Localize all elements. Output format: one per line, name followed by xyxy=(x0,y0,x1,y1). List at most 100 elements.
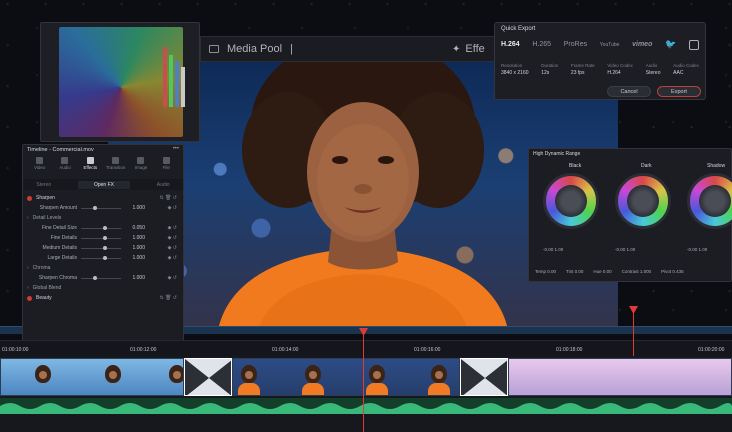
section-row[interactable]: › Detail Levels xyxy=(23,213,183,223)
format-vimeo[interactable]: vimeo xyxy=(632,41,652,48)
sat-value[interactable]: 1.00 xyxy=(699,247,708,252)
subtab-audio[interactable]: Audio xyxy=(157,182,170,188)
effect-enabled-icon[interactable] xyxy=(27,195,32,201)
exp-value[interactable]: -0.00 xyxy=(615,247,625,252)
hdr-panel: High Dynamic Range Black Dark Shadow -0.… xyxy=(528,148,732,282)
exp-value[interactable]: -0.00 xyxy=(687,247,697,252)
media-pool-label[interactable]: Media Pool xyxy=(227,43,282,55)
param-slider[interactable] xyxy=(81,275,121,280)
param-row[interactable]: Sharpen Amount 1.000 ◆ ↺ xyxy=(23,203,183,213)
quick-export-title: Quick Export xyxy=(501,26,536,32)
chevron-icon[interactable]: › xyxy=(27,215,29,221)
chevron-icon[interactable]: › xyxy=(27,285,29,291)
twitter-icon[interactable]: 🐦 xyxy=(665,39,676,50)
format-h265[interactable]: H.265 xyxy=(532,41,551,48)
tab-label: Transition xyxy=(105,165,126,170)
shadow-color-wheel[interactable] xyxy=(687,173,732,229)
keyframe-reset-icon[interactable]: ◆ ↺ xyxy=(168,255,177,261)
section-row[interactable]: › Chroma xyxy=(23,263,183,273)
effect-controls-icon[interactable]: ⇅ 🗑 ↺ xyxy=(159,295,177,301)
slider-knob[interactable] xyxy=(93,205,97,210)
param-value[interactable]: 1.000 xyxy=(127,255,145,261)
param-slider[interactable] xyxy=(81,245,121,250)
keyframe-reset-icon[interactable]: ◆ ↺ xyxy=(168,225,177,231)
sat-value[interactable]: 1.00 xyxy=(555,247,564,252)
slider-knob[interactable] xyxy=(103,255,107,260)
param-slider[interactable] xyxy=(81,225,121,230)
keyframe-reset-icon[interactable]: ◆ ↺ xyxy=(168,205,177,211)
video-track[interactable] xyxy=(0,358,732,396)
more-options-icon[interactable]: ••• xyxy=(173,146,179,152)
subtab-open-fx[interactable]: Open FX xyxy=(77,180,130,189)
keyframe-reset-icon[interactable]: ◆ ↺ xyxy=(168,235,177,241)
transition-clip[interactable] xyxy=(184,358,232,396)
keyframe-reset-icon[interactable]: ◆ ↺ xyxy=(168,275,177,281)
slider-knob[interactable] xyxy=(103,245,107,250)
timeline-ruler[interactable]: 01:00:10:00 01:00:12:00 01:00:14:00 01:0… xyxy=(0,340,732,356)
param-value[interactable]: 1.000 xyxy=(127,245,145,251)
video-clip[interactable] xyxy=(508,358,732,396)
sat-value[interactable]: 1.00 xyxy=(627,247,636,252)
meta-value: 3840 x 2160 xyxy=(501,70,529,76)
param-value[interactable]: 1.000 xyxy=(127,205,145,211)
keyframe-reset-icon[interactable]: ◆ ↺ xyxy=(168,245,177,251)
subtab-stereo[interactable]: Stereo xyxy=(36,182,51,188)
footer-item[interactable]: Contrast 1.000 xyxy=(622,269,652,274)
image-icon xyxy=(137,157,145,164)
param-label: Large Details xyxy=(47,255,77,261)
video-clip[interactable] xyxy=(232,358,460,396)
slider-knob[interactable] xyxy=(103,225,107,230)
audio-track[interactable] xyxy=(0,398,732,414)
chevron-icon[interactable]: › xyxy=(27,265,29,271)
timecode: 01:00:20:00 xyxy=(698,347,725,353)
param-row[interactable]: Medium Details 1.000 ◆ ↺ xyxy=(23,243,183,253)
tab-label: File xyxy=(162,165,170,170)
param-value[interactable]: 1.000 xyxy=(127,235,145,241)
vectorscope-panel xyxy=(40,22,200,142)
param-value[interactable]: 0.050 xyxy=(127,225,145,231)
format-prores[interactable]: ProRes xyxy=(564,41,587,48)
param-row[interactable]: Sharpen Chroma 1.000 ◆ ↺ xyxy=(23,273,183,283)
tab-image[interactable]: Image xyxy=(128,157,153,170)
transition-clip[interactable] xyxy=(460,358,508,396)
format-h264[interactable]: H.264 xyxy=(501,41,520,48)
export-button[interactable]: Export xyxy=(657,86,701,97)
black-color-wheel[interactable] xyxy=(543,173,599,229)
footer-item[interactable]: Temp 0.00 xyxy=(535,269,556,274)
footer-item[interactable]: Tint 0.00 xyxy=(566,269,583,274)
param-slider[interactable] xyxy=(81,255,121,260)
effect-header-row[interactable]: Beauty ⇅ 🗑 ↺ xyxy=(23,293,183,303)
section-row[interactable]: › Global Blend xyxy=(23,283,183,293)
tab-video[interactable]: Video xyxy=(27,157,52,170)
effects-label[interactable]: Effe xyxy=(465,43,484,55)
tab-file[interactable]: File xyxy=(154,157,179,170)
param-row[interactable]: Fine Detail Size 0.050 ◆ ↺ xyxy=(23,223,183,233)
meta-value: Stereo xyxy=(645,70,661,76)
slider-knob[interactable] xyxy=(93,275,97,280)
clip-thumbnail xyxy=(369,365,385,383)
tab-transition[interactable]: Transition xyxy=(103,157,128,170)
param-slider[interactable] xyxy=(81,235,121,240)
param-value[interactable]: 1.000 xyxy=(127,275,145,281)
effect-header-row[interactable]: Sharpen ⇅ 🗑 ↺ xyxy=(23,193,183,203)
effect-controls-icon[interactable]: ⇅ 🗑 ↺ xyxy=(159,195,177,201)
param-slider[interactable] xyxy=(81,205,121,210)
playhead[interactable] xyxy=(363,328,364,432)
meta-value: 12s xyxy=(541,70,550,76)
param-row[interactable]: Large Details 1.000 ◆ ↺ xyxy=(23,253,183,263)
effect-enabled-icon[interactable] xyxy=(27,295,32,301)
footer-item[interactable]: Pivot 0.435 xyxy=(661,269,684,274)
timeline[interactable]: 01:00:10:00 01:00:12:00 01:00:14:00 01:0… xyxy=(0,340,732,432)
video-clip[interactable] xyxy=(0,358,184,396)
tab-audio[interactable]: Audio xyxy=(52,157,77,170)
cancel-button[interactable]: Cancel xyxy=(607,86,651,97)
tab-effects[interactable]: Effects xyxy=(78,157,103,170)
file-icon xyxy=(162,157,170,164)
slider-knob[interactable] xyxy=(103,235,107,240)
exp-value[interactable]: -0.00 xyxy=(543,247,553,252)
footer-item[interactable]: Hue 0.00 xyxy=(593,269,611,274)
tiktok-icon[interactable] xyxy=(688,39,699,50)
param-row[interactable]: Fine Details 1.000 ◆ ↺ xyxy=(23,233,183,243)
format-youtube[interactable]: YouTube xyxy=(600,42,620,48)
dark-color-wheel[interactable] xyxy=(615,173,671,229)
